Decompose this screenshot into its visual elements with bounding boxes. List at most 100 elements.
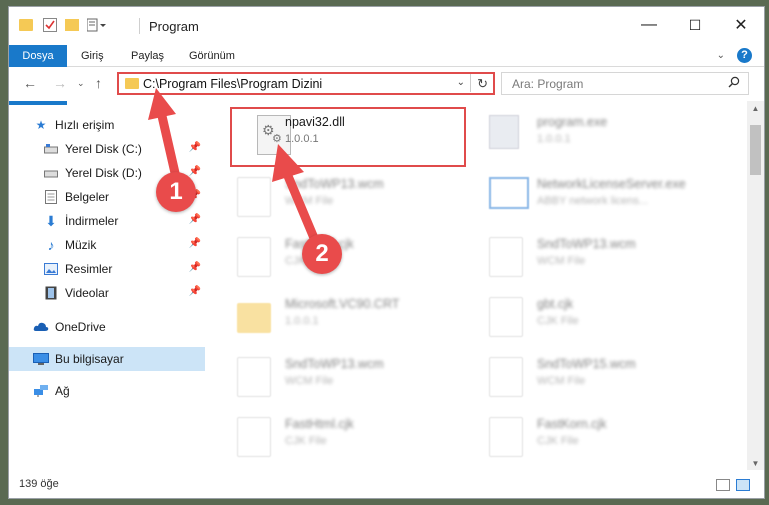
file-version: 1.0.0.1 (537, 133, 571, 145)
forward-arrow-icon[interactable]: → (53, 75, 67, 91)
file-icon (489, 297, 523, 337)
sidebar-item-onedrive[interactable]: OneDrive (9, 315, 205, 339)
title-separator (139, 18, 140, 34)
sidebar-item-label: Yerel Disk (D:) (65, 166, 142, 180)
star-icon: ★ (35, 118, 47, 132)
scroll-down-icon[interactable]: ▼ (747, 459, 764, 468)
file-name: SndToWP13.wcm (537, 237, 636, 251)
minimize-button[interactable]: — (626, 7, 672, 43)
music-note-icon: ♪ (47, 237, 55, 253)
sidebar-item-label: Müzik (65, 238, 97, 252)
file-item[interactable]: gbt.cjk CJK File (467, 291, 707, 351)
drive-icon (43, 165, 59, 181)
customize-toolbar-icon[interactable] (86, 18, 106, 32)
callout-arrow-two (272, 144, 319, 243)
sidebar-item-downloads[interactable]: ⬇ İndirmeler 📌 (9, 209, 205, 233)
tab-view[interactable]: Görünüm (189, 45, 235, 67)
file-name: NetworkLicenseServer.exe (537, 177, 686, 191)
new-folder-icon[interactable] (65, 19, 79, 31)
dll-highlight-box (230, 107, 466, 167)
pin-icon[interactable]: 📌 (189, 214, 201, 225)
expand-ribbon-icon[interactable]: ⌄ (717, 50, 725, 61)
up-arrow-icon[interactable]: ↑ (95, 75, 102, 91)
ribbon-controls: ⌄ ? (717, 48, 752, 63)
file-name: FastHtml.cjk (285, 417, 354, 431)
pin-icon[interactable]: 📌 (189, 262, 201, 273)
callout-badge-two: 2 (302, 234, 342, 274)
file-item[interactable]: NetworkLicenseServer.exe ABBY network li… (467, 171, 707, 231)
help-icon[interactable]: ? (737, 48, 752, 63)
sidebar-item-label: Yerel Disk (C:) (65, 142, 142, 156)
network-icon (33, 383, 49, 399)
file-type: CJK File (537, 315, 579, 327)
computer-icon (33, 351, 49, 367)
file-name: Microsoft.VC90.CRT (285, 297, 400, 311)
folder-icon (237, 303, 271, 333)
drive-icon (43, 141, 59, 157)
window-title: Program (149, 19, 199, 34)
search-box[interactable]: Ara: Program (501, 72, 749, 95)
explorer-window: Program — ☐ ✕ Dosya Giriş Paylaş Görünüm… (8, 6, 765, 499)
file-item[interactable]: SndToWP13.wcm WCM File (467, 231, 707, 291)
sidebar-item-label: Videolar (65, 286, 109, 300)
pictures-icon (43, 261, 59, 277)
file-name: FastKorn.cjk (537, 417, 607, 431)
file-type: ABBY network licens... (537, 195, 649, 207)
search-placeholder: Ara: Program (512, 77, 584, 91)
file-type: CJK File (285, 435, 327, 447)
sidebar-item-network[interactable]: Ağ (9, 379, 205, 403)
file-icon (237, 417, 271, 457)
sidebar-item-pictures[interactable]: Resimler 📌 (9, 257, 205, 281)
sidebar-item-label: Bu bilgisayar (55, 352, 124, 366)
file-name: SndToWP15.wcm (537, 357, 636, 371)
file-icon (237, 237, 271, 277)
search-icon[interactable] (728, 76, 740, 91)
file-name: SndToWP13.wcm (285, 357, 384, 371)
cloud-icon (33, 319, 49, 335)
sidebar-item-label: Ağ (55, 384, 70, 398)
pin-icon[interactable]: 📌 (189, 238, 201, 249)
refresh-icon[interactable]: ↻ (477, 76, 488, 92)
title-bar: Program — ☐ ✕ (9, 7, 764, 45)
sidebar-item-music[interactable]: ♪ Müzik 📌 (9, 233, 205, 257)
exe-window-icon (489, 177, 529, 209)
tab-home[interactable]: Giriş (81, 45, 104, 67)
properties-icon[interactable] (43, 18, 57, 32)
large-icons-view-icon[interactable] (736, 479, 750, 491)
file-name: gbt.cjk (537, 297, 574, 311)
file-icon (489, 417, 523, 457)
file-item[interactable]: SndToWP13.wcm WCM File (215, 351, 455, 411)
tab-share[interactable]: Paylaş (131, 45, 164, 67)
sidebar-item-videos[interactable]: Videolar 📌 (9, 281, 205, 305)
file-item[interactable]: program.exe 1.0.0.1 (467, 109, 707, 169)
file-name: program.exe (537, 115, 608, 129)
file-type: WCM File (537, 375, 586, 387)
vertical-scrollbar[interactable]: ▲ ▼ (747, 101, 764, 471)
ribbon-tabs: Dosya Giriş Paylaş Görünüm ⌄ ? (9, 45, 764, 105)
sidebar-item-this-pc[interactable]: Bu bilgisayar (9, 347, 205, 371)
file-item[interactable]: FastHtml.cjk CJK File (215, 411, 455, 465)
scroll-up-icon[interactable]: ▲ (747, 104, 764, 113)
pin-icon[interactable]: 📌 (189, 286, 201, 297)
file-icon (237, 357, 271, 397)
maximize-button[interactable]: ☐ (672, 7, 718, 43)
details-view-icon[interactable] (716, 479, 730, 491)
file-item[interactable]: SndToWP15.wcm WCM File (467, 351, 707, 411)
address-divider (470, 74, 471, 92)
sidebar-item-label: Belgeler (65, 190, 110, 204)
back-arrow-icon[interactable]: ← (23, 75, 37, 91)
file-icon (489, 357, 523, 397)
close-button[interactable]: ✕ (718, 7, 764, 43)
download-arrow-icon: ⬇ (45, 212, 57, 229)
file-item[interactable]: Microsoft.VC90.CRT 1.0.0.1 (215, 291, 455, 351)
chevron-down-icon[interactable]: ⌄ (457, 77, 465, 88)
file-type: CJK File (537, 435, 579, 447)
exe-icon (489, 115, 519, 149)
file-item[interactable]: FastKorn.cjk CJK File (467, 411, 707, 465)
scrollbar-thumb[interactable] (750, 125, 761, 175)
recent-chevron-icon[interactable]: ⌄ (77, 78, 85, 89)
status-bar: 139 öğe (9, 470, 764, 498)
sidebar-item-label: Resimler (65, 262, 113, 276)
callout-badge-one: 1 (156, 172, 196, 212)
file-icon (237, 177, 271, 217)
